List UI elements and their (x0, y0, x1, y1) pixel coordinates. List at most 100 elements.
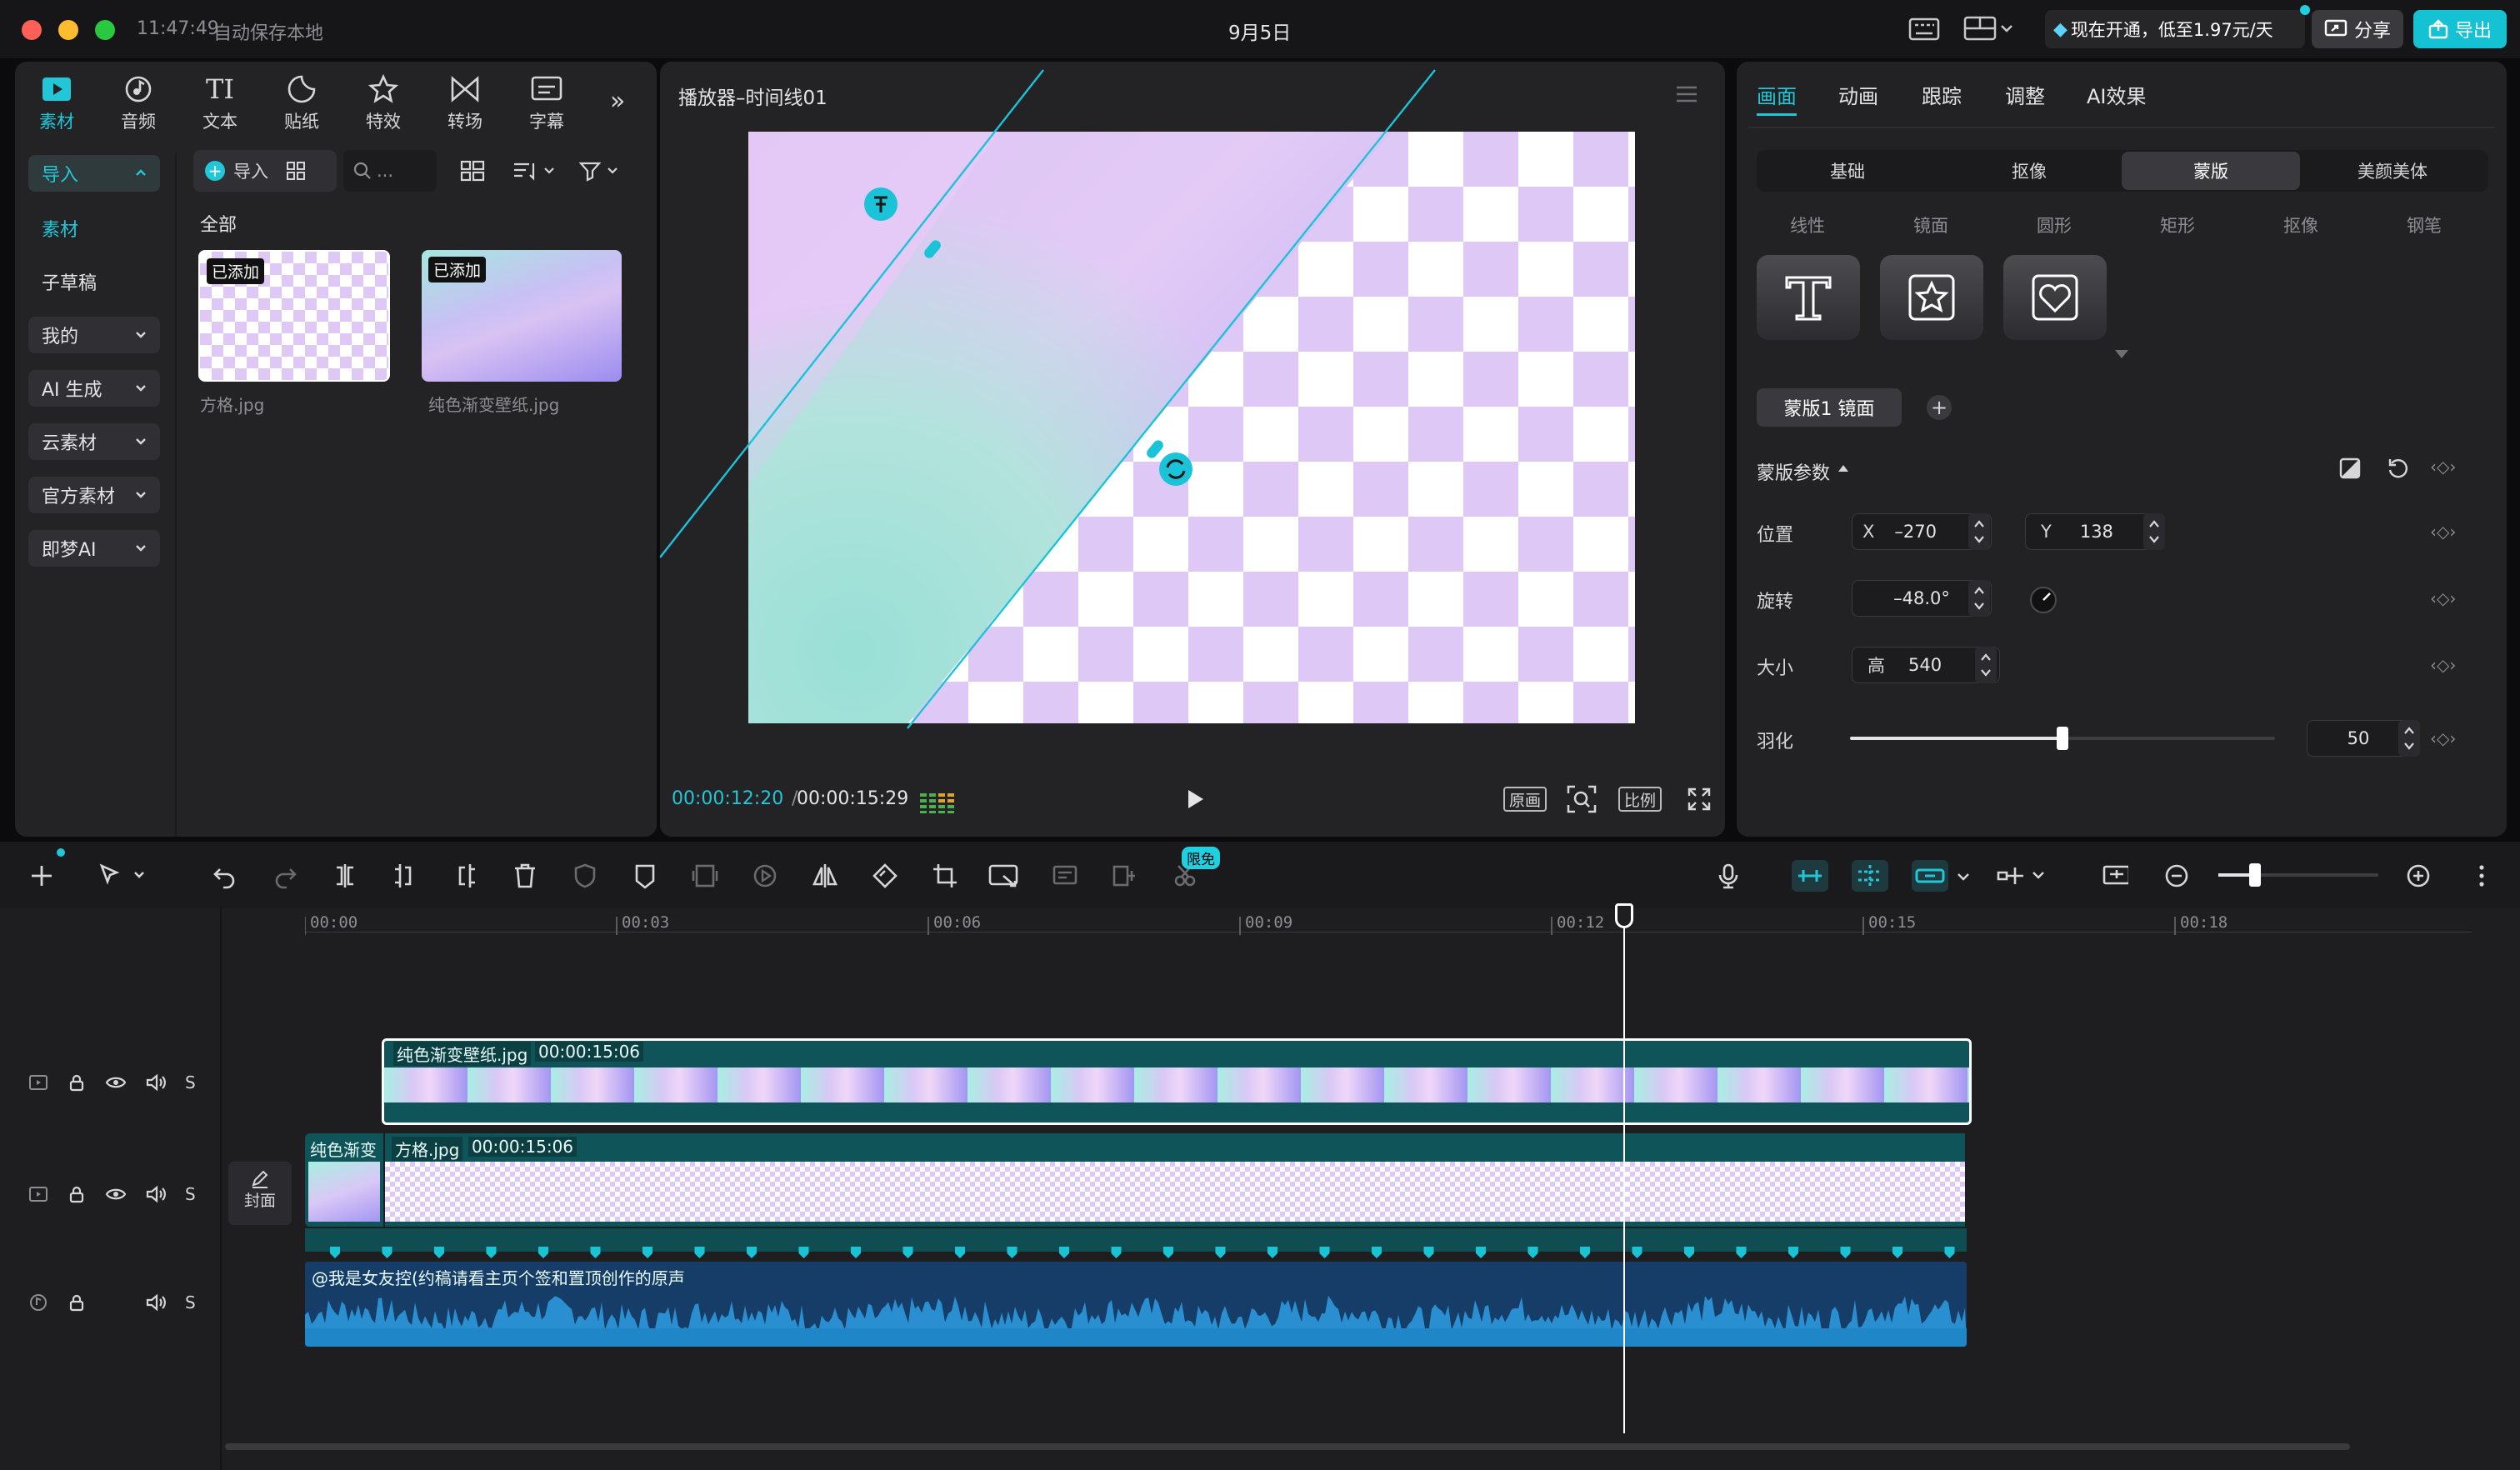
lock-icon[interactable] (67, 1072, 87, 1092)
zoom-handle[interactable] (2249, 863, 2261, 887)
grid-icon[interactable] (285, 160, 307, 182)
playhead[interactable] (1623, 903, 1625, 1433)
cover-button[interactable]: 封面 (228, 1162, 292, 1225)
mask-text-shape[interactable] (1757, 255, 1860, 340)
tab-animation[interactable]: 动画 (1838, 80, 1878, 109)
mask-type-linear[interactable]: 线性 (1790, 212, 1825, 238)
sidebar-item-cloud[interactable]: 云素材 (28, 423, 160, 460)
tab-ai-effects[interactable]: AI效果 (2087, 80, 2147, 109)
solo-toggle[interactable]: S (185, 1184, 196, 1204)
feather-stepper[interactable] (2398, 720, 2420, 757)
mirror-icon[interactable] (812, 862, 838, 889)
position-x-stepper[interactable] (1968, 513, 1990, 550)
lock-icon[interactable] (67, 1184, 87, 1204)
tab-transition[interactable]: 转场 (425, 70, 505, 145)
marker-icon[interactable] (632, 862, 658, 889)
replace-icon[interactable] (1112, 862, 1138, 889)
tab-audio[interactable]: 音频 (98, 70, 178, 145)
filter-icon[interactable] (578, 160, 623, 182)
zoom-out-icon[interactable] (2163, 862, 2190, 889)
resize-icon[interactable] (988, 862, 1022, 889)
volume-icon[interactable] (145, 1073, 167, 1092)
mask-type-cutout[interactable]: 抠像 (2283, 212, 2318, 238)
volume-icon[interactable] (145, 1293, 167, 1312)
mask-chip[interactable]: 蒙版1 镜面 (1757, 388, 1902, 427)
chevron-down-icon[interactable] (1955, 868, 1982, 895)
keyframe-icon[interactable]: ‹◇› (2430, 588, 2456, 608)
timeline-scrollbar[interactable] (225, 1443, 2350, 1450)
timeline-preview-icon[interactable] (2102, 862, 2128, 889)
tab-media[interactable]: 素材 (17, 70, 97, 145)
keyframe-icon[interactable]: ‹◇› (2430, 522, 2456, 542)
split-icon[interactable] (332, 862, 358, 889)
sidebar-item-ai-generate[interactable]: AI 生成 (28, 370, 160, 407)
sidebar-item-jimeng-ai[interactable]: 即梦AI (28, 530, 160, 567)
clip-checker[interactable] (385, 1133, 1965, 1227)
playhead-handle[interactable] (1615, 903, 1633, 928)
volume-icon[interactable] (145, 1185, 167, 1203)
invert-mask-icon[interactable] (2338, 457, 2362, 480)
fullscreen-icon[interactable] (1687, 787, 1712, 812)
keyframe-icon[interactable]: ‹◇› (2430, 655, 2456, 675)
sort-icon[interactable] (512, 160, 557, 182)
reset-icon[interactable] (2387, 457, 2410, 480)
media-item-gradient[interactable]: 已添加 (422, 250, 622, 382)
view-mode-icon[interactable] (460, 160, 485, 182)
aspect-ratio-button[interactable]: 比例 (1618, 787, 1662, 812)
layout-icon[interactable] (1963, 15, 2017, 42)
trim-left-icon[interactable] (392, 862, 418, 889)
lock-icon[interactable] (67, 1292, 87, 1312)
solo-toggle[interactable]: S (185, 1072, 196, 1092)
undo-icon[interactable] (212, 862, 238, 889)
sidebar-item-media[interactable]: 素材 (28, 210, 160, 247)
sidebar-item-official[interactable]: 官方素材 (28, 477, 160, 513)
export-button[interactable]: 导出 (2413, 10, 2507, 48)
vip-promo-button[interactable]: ◆ 现在开通，低至1.97元/天 (2045, 5, 2310, 48)
freeze-icon[interactable] (692, 862, 718, 889)
eye-icon[interactable] (105, 1185, 127, 1203)
shield-icon[interactable] (572, 862, 598, 889)
main-track-magnet-button[interactable] (1792, 860, 1828, 892)
segment-beauty[interactable]: 美颜美体 (2303, 152, 2482, 190)
subtitle-edit-icon[interactable] (1052, 862, 1078, 889)
preview-axis-icon[interactable] (1995, 862, 2053, 889)
mask-type-circle[interactable]: 圆形 (2037, 212, 2072, 238)
rotation-stepper[interactable] (1968, 580, 1990, 617)
reverse-icon[interactable] (752, 862, 778, 889)
expand-shapes-icon[interactable] (2113, 348, 2130, 360)
share-button[interactable]: 分享 (2312, 10, 2403, 48)
solo-toggle[interactable]: S (185, 1292, 196, 1312)
keyframe-icon[interactable]: ‹◇› (2430, 457, 2456, 477)
close-window-button[interactable] (22, 20, 42, 40)
tab-tracking[interactable]: 跟踪 (1922, 80, 1962, 109)
search-input[interactable]: ... (343, 150, 437, 192)
mask-type-rect[interactable]: 矩形 (2160, 212, 2195, 238)
keyframe-icon[interactable]: ‹◇› (2430, 728, 2456, 748)
segment-basic[interactable]: 基础 (1758, 152, 1937, 190)
tab-text[interactable]: TI 文本 (180, 70, 260, 145)
feather-slider[interactable] (1850, 727, 2275, 750)
sidebar-import[interactable]: 导入 (28, 155, 160, 192)
tab-picture[interactable]: 画面 (1757, 80, 1797, 109)
more-options-icon[interactable] (2468, 862, 2495, 889)
more-tabs-icon[interactable]: » (610, 87, 625, 116)
trim-right-icon[interactable] (452, 862, 478, 889)
select-tool-icon[interactable] (98, 862, 148, 889)
microphone-icon[interactable] (1715, 862, 1742, 889)
linkage-button[interactable] (1912, 860, 1948, 892)
minimize-window-button[interactable] (58, 20, 78, 40)
feather-handle[interactable] (2057, 727, 2068, 750)
redo-icon[interactable] (272, 862, 298, 889)
position-y-stepper[interactable] (2143, 513, 2165, 550)
eye-icon[interactable] (105, 1073, 127, 1092)
fit-screen-icon[interactable] (1567, 785, 1597, 813)
tab-effects[interactable]: 特效 (343, 70, 423, 145)
rotate-icon[interactable] (872, 862, 898, 889)
zoom-slider[interactable] (2218, 863, 2378, 887)
height-stepper[interactable] (1975, 647, 1997, 683)
mask-star-shape[interactable] (1880, 255, 1983, 340)
collapse-icon[interactable] (1837, 463, 1850, 473)
sidebar-item-sub-draft[interactable]: 子草稿 (28, 263, 160, 300)
auto-snap-button[interactable] (1852, 860, 1888, 892)
add-mask-button[interactable]: + (1927, 395, 1952, 420)
